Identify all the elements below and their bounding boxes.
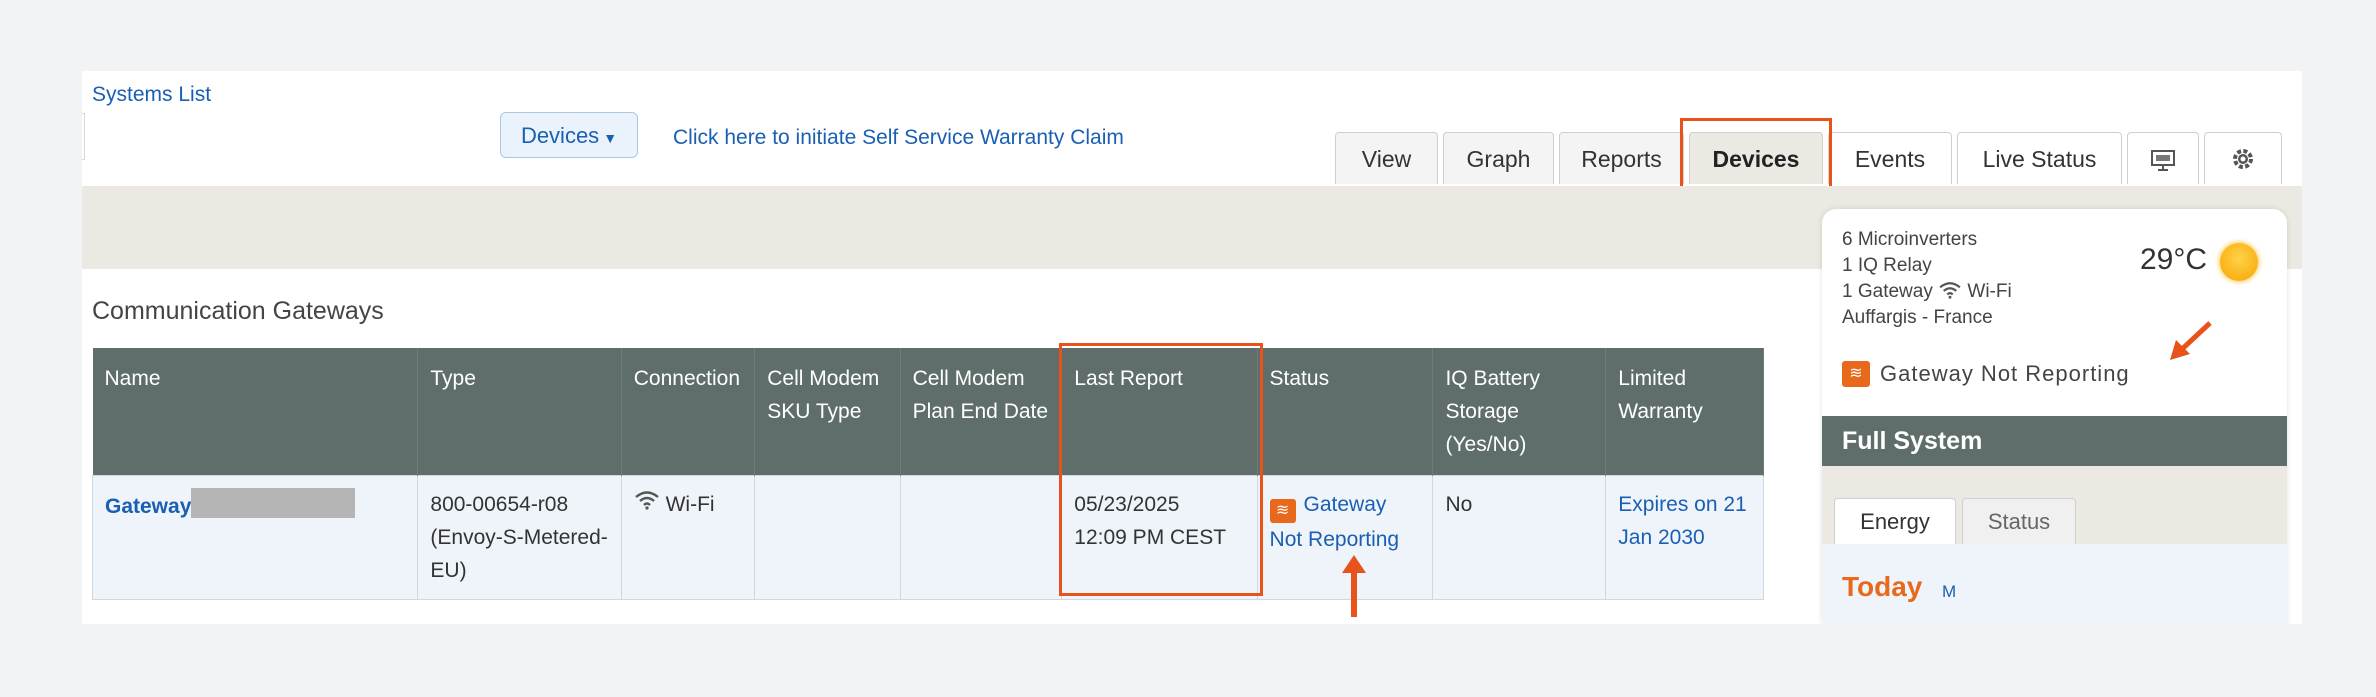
- cell-name: Gateway: [91, 475, 419, 600]
- gateway-warning-icon: ≋: [1842, 361, 1870, 387]
- arrow-up-icon: [1342, 555, 1366, 617]
- warranty-link[interactable]: Expires on 21 Jan 2030: [1618, 493, 1746, 549]
- tab-monitor[interactable]: [2127, 132, 2199, 184]
- col-name: Name: [92, 348, 419, 476]
- caret-down-icon: ▼: [603, 130, 618, 146]
- tab-live-status[interactable]: Live Status: [1957, 132, 2122, 184]
- today-period-link[interactable]: M: [1942, 582, 1956, 602]
- devices-dropdown[interactable]: Devices ▼: [500, 112, 638, 158]
- tab-view[interactable]: View: [1335, 132, 1438, 184]
- gateway-warning-icon: ≋: [1269, 499, 1296, 523]
- wifi-icon: [1939, 282, 1961, 299]
- table-header-row: Name Type Connection Cell Modem SKU Type…: [92, 348, 1764, 476]
- tab-graph[interactable]: Graph: [1443, 132, 1554, 184]
- sun-icon: [2220, 243, 2258, 281]
- col-battery: IQ Battery Storage (Yes/No): [1432, 348, 1607, 476]
- full-system-header: Full System: [1822, 416, 2287, 466]
- tab-events[interactable]: Events: [1828, 132, 1952, 184]
- microinverters-count: 6 Microinverters: [1842, 229, 1978, 250]
- col-status: Status: [1257, 348, 1434, 476]
- warranty-claim-link[interactable]: Click here to initiate Self Service Warr…: [673, 126, 1124, 150]
- cell-cell-plan-end: [899, 475, 1063, 600]
- col-type: Type: [417, 348, 622, 476]
- monitor-icon: [2151, 150, 2175, 171]
- last-report-highlight: [1059, 343, 1263, 596]
- gateway-count-label: 1 Gateway: [1842, 281, 1933, 302]
- cell-type: 800-00654-r08 (Envoy-S-Metered-EU): [417, 475, 622, 600]
- gateway-name-link[interactable]: Gateway: [105, 495, 191, 518]
- cell-cell-sku: [754, 475, 901, 600]
- gateway-count: 1 Gateway Wi-Fi: [1842, 281, 2012, 303]
- tab-settings[interactable]: [2204, 132, 2282, 184]
- temperature: 29°C: [2140, 243, 2208, 276]
- cell-connection: Wi-Fi: [620, 475, 756, 600]
- redacted-serial: [191, 488, 356, 518]
- relay-count: 1 IQ Relay: [1842, 255, 1932, 276]
- system-summary-card: 6 Microinverters 1 IQ Relay 1 Gateway Wi…: [1822, 209, 2287, 624]
- today-label: Today: [1842, 571, 1923, 602]
- tab-energy[interactable]: Energy: [1834, 498, 1956, 544]
- col-cell-sku: Cell Modem SKU Type: [754, 348, 901, 476]
- main-panel: Systems List Devices ▼ Click here to init…: [82, 71, 2302, 624]
- col-warranty: Limited Warranty: [1605, 348, 1764, 476]
- col-connection: Connection: [621, 348, 756, 476]
- devices-dropdown-label: Devices: [520, 123, 600, 148]
- col-cell-plan-end: Cell Modem Plan End Date: [900, 348, 1063, 476]
- cell-battery: No: [1432, 475, 1607, 600]
- gateway-status-text: Gateway Not Reporting: [1880, 361, 2130, 386]
- table-row: Gateway 800-00654-r08 (Envoy-S-Metered-E…: [91, 475, 1764, 600]
- cell-warranty: Expires on 21 Jan 2030: [1605, 475, 1764, 600]
- connection-label: Wi-Fi: [665, 493, 715, 516]
- tab-status[interactable]: Status: [1962, 498, 2076, 544]
- left-edge-tab: [82, 113, 85, 160]
- gateways-table: Name Type Connection Cell Modem SKU Type…: [91, 348, 1764, 600]
- arrow-diagonal-icon: [2170, 321, 2212, 360]
- tab-reports[interactable]: Reports: [1559, 132, 1684, 184]
- gateway-connection: Wi-Fi: [1967, 281, 2012, 302]
- systems-list-link[interactable]: Systems List: [92, 83, 211, 107]
- location: Auffargis - France: [1842, 307, 1993, 328]
- section-title: Communication Gateways: [92, 297, 384, 325]
- gear-icon: [2233, 149, 2253, 169]
- wifi-icon: [635, 491, 659, 510]
